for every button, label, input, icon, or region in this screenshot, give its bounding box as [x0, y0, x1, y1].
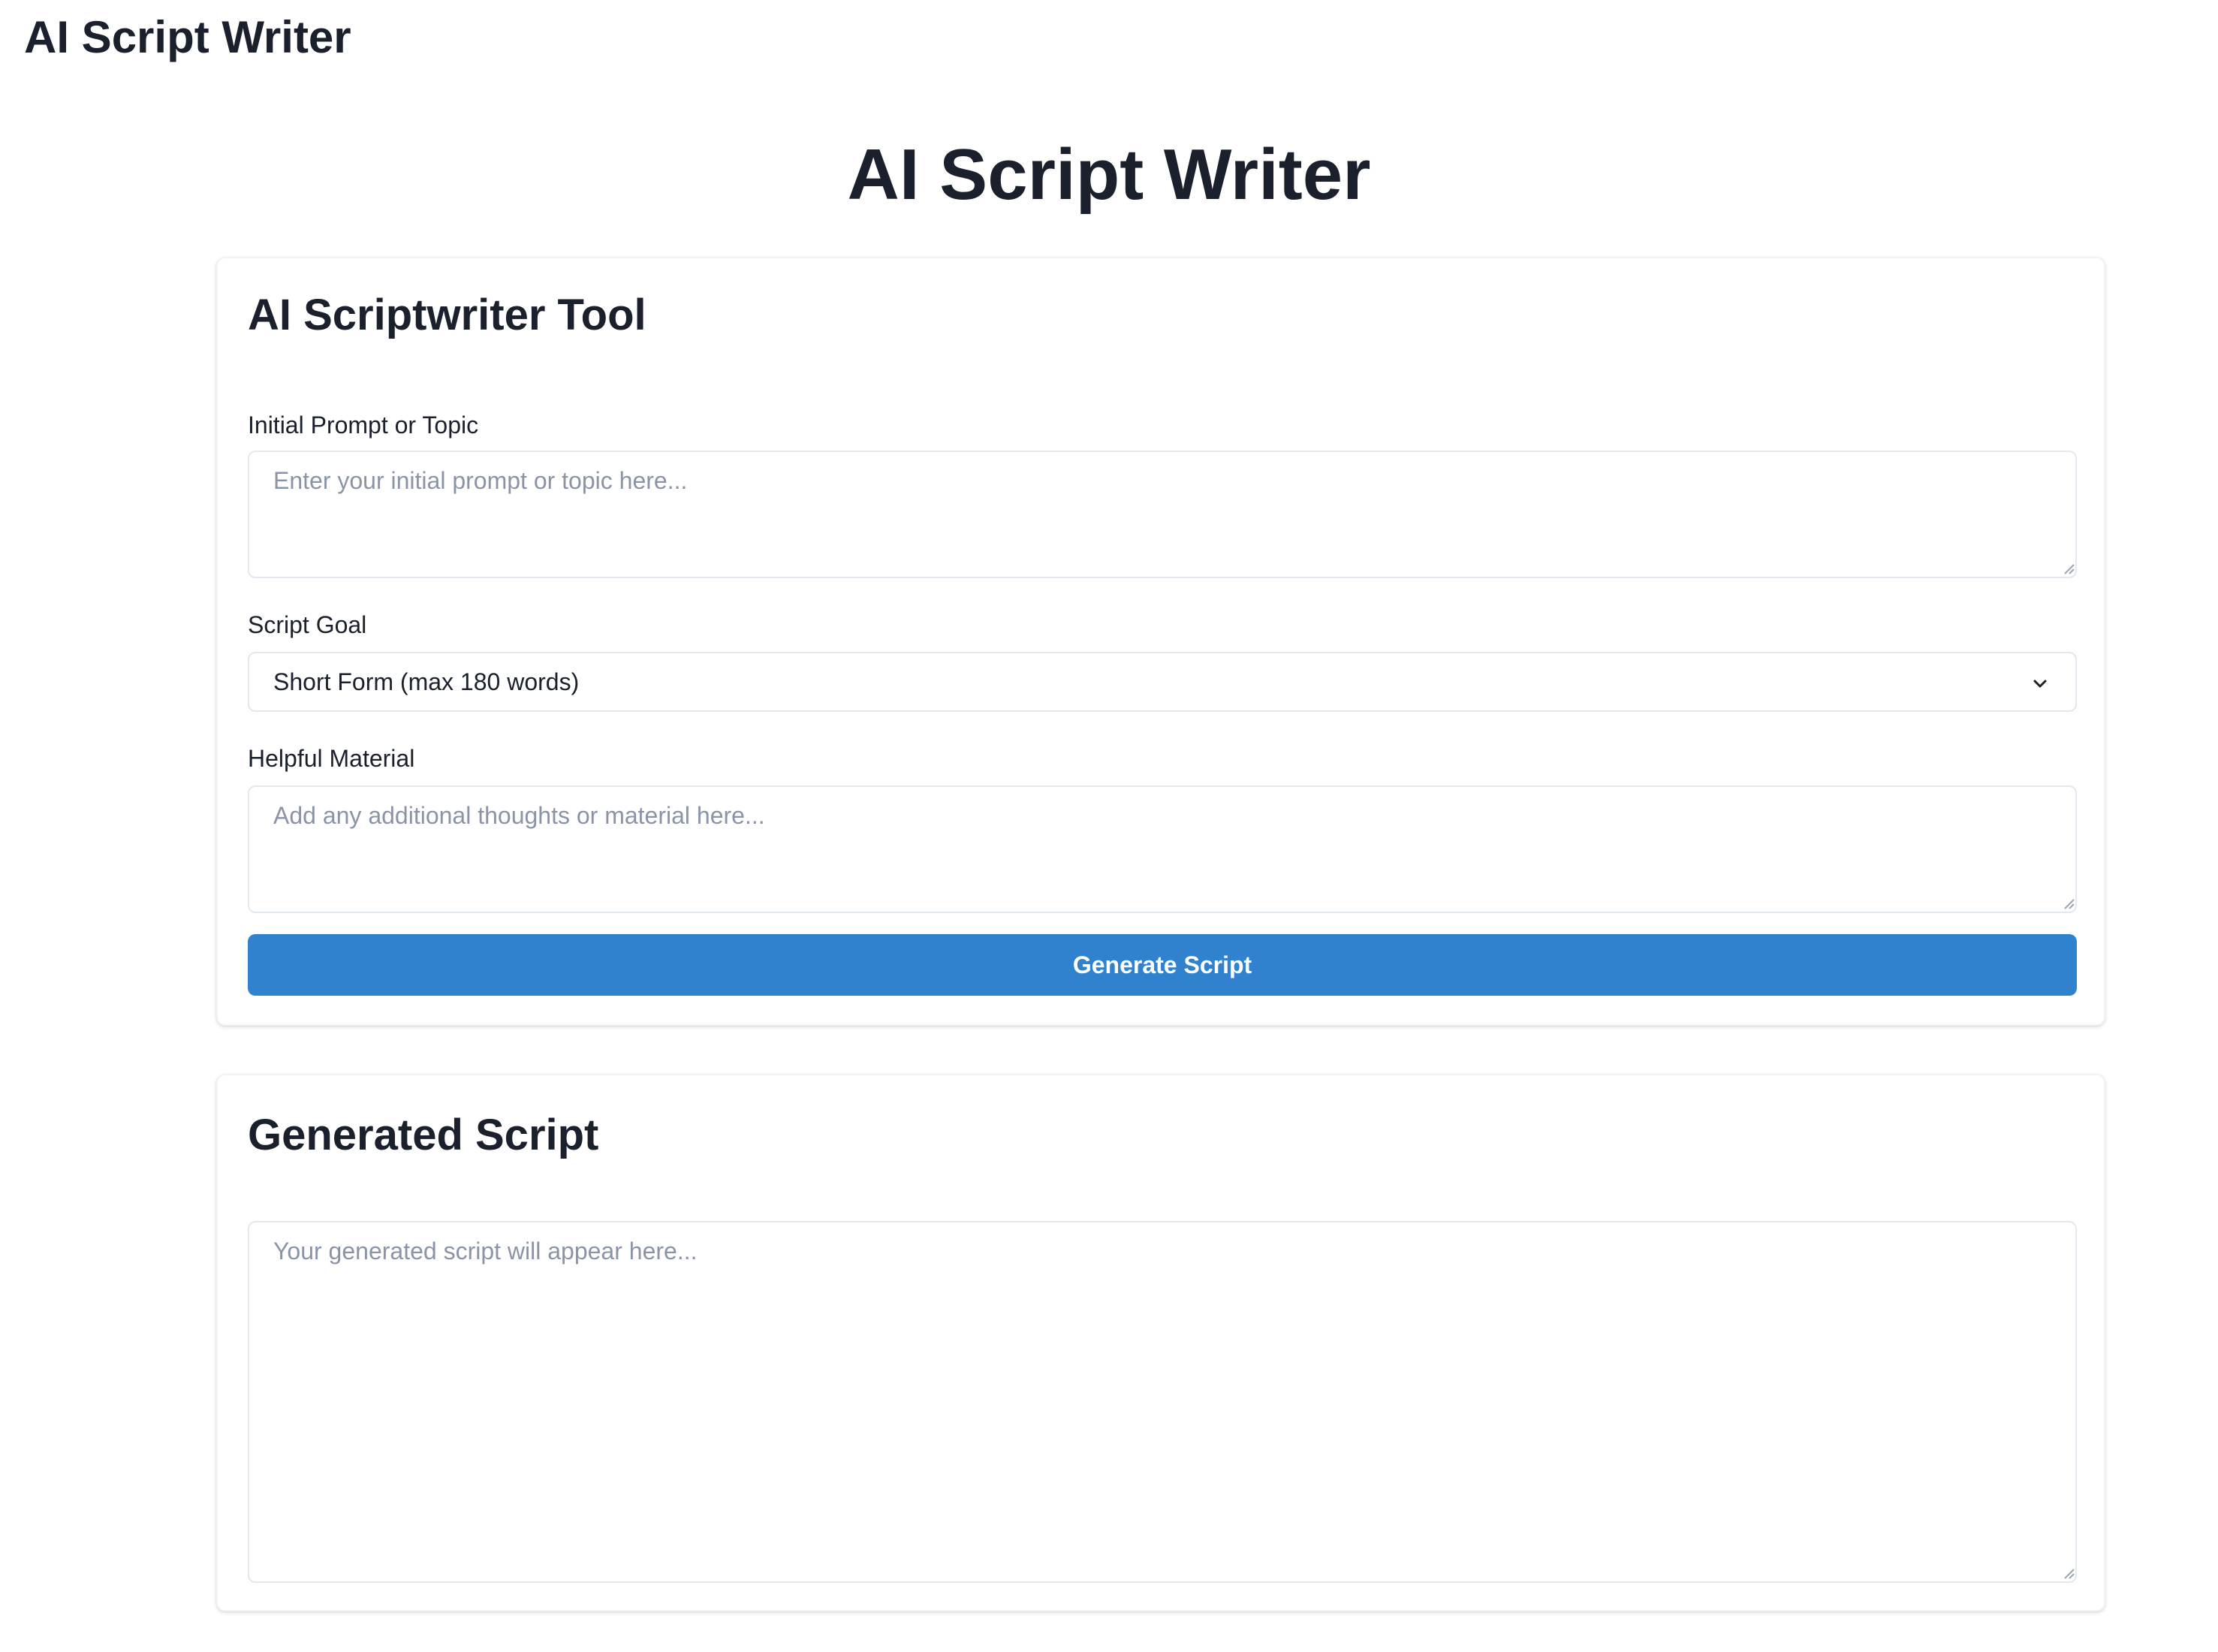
helpful-material-label: Helpful Material	[248, 745, 415, 772]
script-goal-select[interactable]: Short Form (max 180 words)	[248, 652, 2077, 712]
script-goal-label: Script Goal	[248, 611, 367, 638]
output-card-title: Generated Script	[248, 1111, 599, 1159]
scriptwriter-tool-card: AI Scriptwriter Tool Initial Prompt or T…	[216, 257, 2105, 1026]
generated-script-card: Generated Script	[216, 1074, 2105, 1611]
page-title: AI Script Writer	[847, 134, 1371, 215]
generated-script-output[interactable]	[248, 1221, 2077, 1583]
prompt-label: Initial Prompt or Topic	[248, 411, 479, 439]
app-header-title: AI Script Writer	[24, 12, 351, 62]
generate-script-button[interactable]: Generate Script	[248, 934, 2077, 996]
helpful-material-textarea[interactable]	[248, 785, 2077, 913]
tool-card-title: AI Scriptwriter Tool	[248, 291, 646, 339]
script-goal-selected-value: Short Form (max 180 words)	[273, 668, 580, 695]
chevron-down-icon	[2033, 680, 2047, 688]
prompt-textarea[interactable]	[248, 451, 2077, 578]
